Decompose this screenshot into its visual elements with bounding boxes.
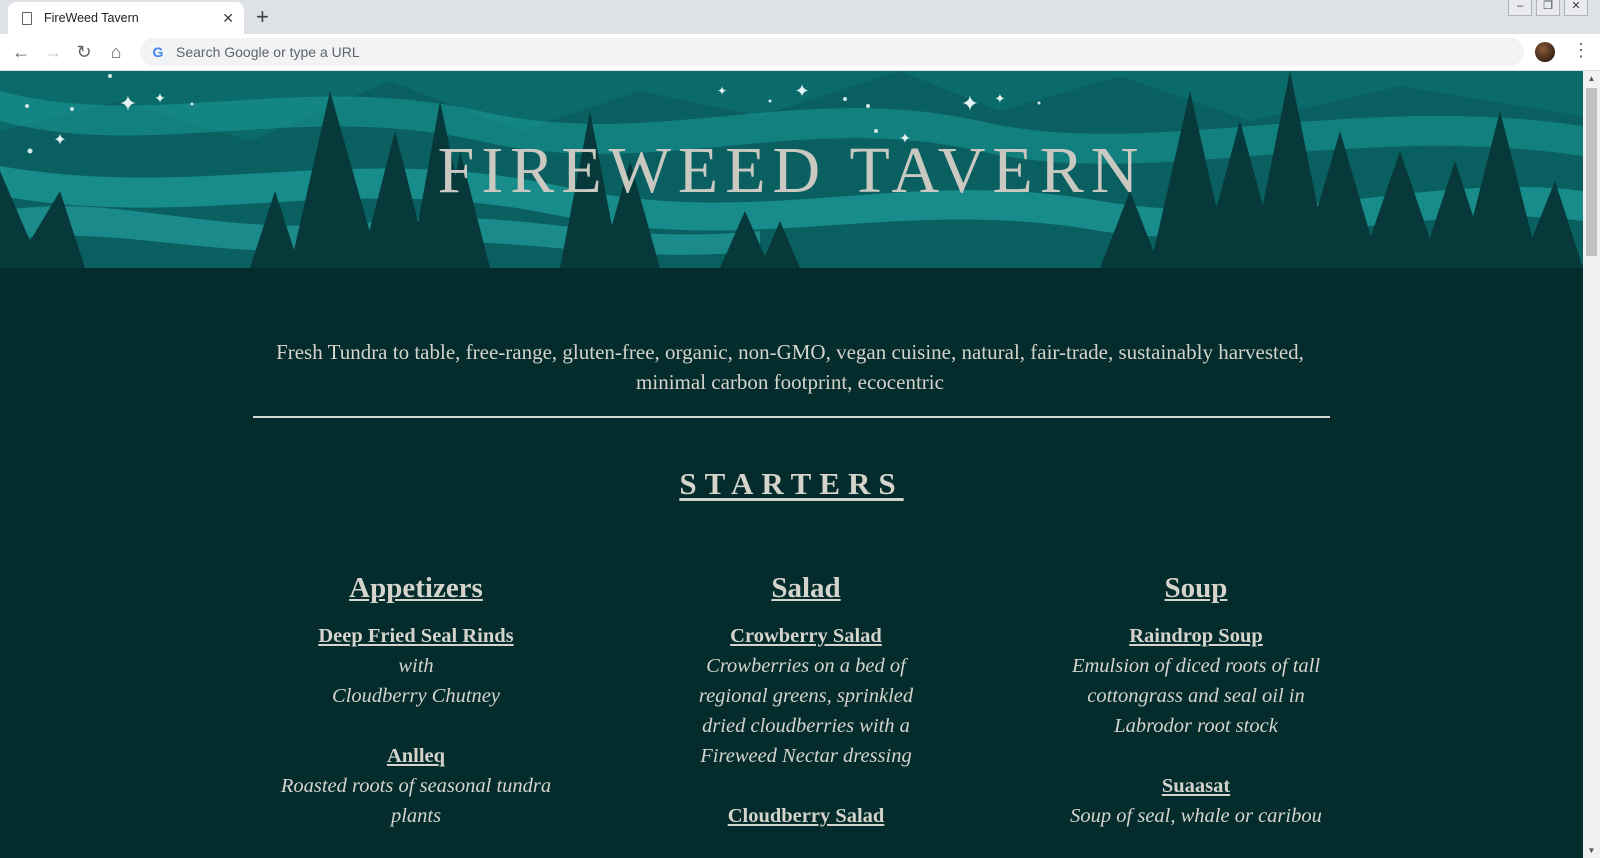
minimize-button[interactable]: – bbox=[1508, 0, 1532, 16]
svg-text:✦: ✦ bbox=[961, 91, 979, 116]
menu-item-name[interactable]: Deep Fried Seal Rinds bbox=[266, 621, 566, 651]
hero-banner: ✦ ✦ ✦ ✦ ✦ ✦ ✦ ✦ FIREWEED TAVERN bbox=[0, 71, 1583, 268]
scroll-up-arrow-icon[interactable]: ▲ bbox=[1583, 71, 1600, 86]
menu-item: Raindrop Soup Emulsion of diced roots of… bbox=[1046, 621, 1346, 741]
appetizers-column: Appetizers Deep Fried Seal Rinds with Cl… bbox=[266, 571, 566, 858]
menu-item-description: Cloudberry Chutney bbox=[332, 685, 500, 707]
soup-column: Soup Raindrop Soup Emulsion of diced roo… bbox=[1046, 571, 1346, 858]
menu-item: Cloudberry Salad bbox=[656, 801, 956, 831]
profile-avatar[interactable] bbox=[1535, 42, 1555, 62]
forward-icon[interactable]: → bbox=[41, 40, 65, 64]
tab-strip: FireWeed Tavern ✕ + – ❐ ✕ bbox=[0, 0, 1600, 34]
menu-item-name[interactable]: Cloudberry Salad bbox=[656, 801, 956, 831]
menu-item-name[interactable]: Crowberry Salad bbox=[656, 621, 956, 651]
menu-item: Crowberry Salad Crowberries on a bed of … bbox=[656, 621, 956, 771]
menu-item: Deep Fried Seal Rinds with Cloudberry Ch… bbox=[266, 621, 566, 711]
section-divider bbox=[253, 416, 1330, 418]
svg-text:✦: ✦ bbox=[119, 91, 137, 116]
url-input[interactable] bbox=[174, 43, 1478, 61]
tab-title: FireWeed Tavern bbox=[44, 11, 139, 25]
menu-item: Anlleq Roasted roots of seasonal tundra … bbox=[266, 741, 566, 831]
column-heading: Soup bbox=[1164, 572, 1228, 604]
svg-text:✦: ✦ bbox=[995, 91, 1006, 106]
menu-item-description: Roasted roots of seasonal tundra plants bbox=[280, 775, 552, 827]
menu-item-description: Crowberries on a bed of regional greens,… bbox=[698, 655, 914, 767]
close-window-button[interactable]: ✕ bbox=[1564, 0, 1588, 16]
reload-icon[interactable]: ↻ bbox=[72, 40, 96, 64]
svg-text:✦: ✦ bbox=[794, 81, 809, 101]
tagline: Fresh Tundra to table, free-range, glute… bbox=[276, 340, 1304, 394]
menu-item-description: Soup of seal, whale or caribou bbox=[1070, 805, 1322, 827]
page-viewport: ✦ ✦ ✦ ✦ ✦ ✦ ✦ ✦ FIREWEED TAVERN Fresh Tu… bbox=[0, 71, 1583, 858]
scroll-thumb[interactable] bbox=[1586, 88, 1597, 256]
svg-text:✦: ✦ bbox=[154, 90, 166, 106]
restore-button[interactable]: ❐ bbox=[1536, 0, 1560, 16]
starters-heading: STARTERS bbox=[679, 466, 904, 501]
page-icon bbox=[22, 11, 32, 25]
menu-item-name[interactable]: Raindrop Soup bbox=[1046, 621, 1346, 651]
svg-text:✦: ✦ bbox=[717, 84, 727, 98]
column-heading: Salad bbox=[771, 572, 841, 604]
salad-column: Salad Crowberry Salad Crowberries on a b… bbox=[656, 571, 956, 858]
browser-tab[interactable]: FireWeed Tavern ✕ bbox=[8, 2, 244, 34]
scroll-down-arrow-icon[interactable]: ▼ bbox=[1583, 843, 1600, 858]
window-controls: – ❐ ✕ bbox=[1508, 0, 1588, 16]
address-bar[interactable]: G bbox=[140, 38, 1524, 66]
close-tab-icon[interactable]: ✕ bbox=[222, 10, 234, 27]
site-title: FIREWEED TAVERN bbox=[437, 134, 1146, 207]
new-tab-button[interactable]: + bbox=[256, 3, 269, 31]
more-menu-icon[interactable]: ⋮ bbox=[1572, 40, 1590, 61]
menu-item: Suaasat Soup of seal, whale or caribou bbox=[1046, 771, 1346, 831]
browser-toolbar: ← → ↻ ⌂ G ⋮ bbox=[0, 34, 1600, 71]
vertical-scrollbar[interactable]: ▲ ▼ bbox=[1583, 71, 1600, 858]
menu-item-name[interactable]: Suaasat bbox=[1046, 771, 1346, 801]
menu-item-description: with bbox=[398, 655, 434, 677]
menu-item-description: Emulsion of diced roots of tall cottongr… bbox=[1071, 655, 1321, 737]
column-heading: Appetizers bbox=[349, 572, 483, 604]
menu-item-name[interactable]: Anlleq bbox=[266, 741, 566, 771]
home-icon[interactable]: ⌂ bbox=[104, 40, 128, 64]
google-icon: G bbox=[152, 44, 164, 60]
back-icon[interactable]: ← bbox=[9, 40, 33, 64]
